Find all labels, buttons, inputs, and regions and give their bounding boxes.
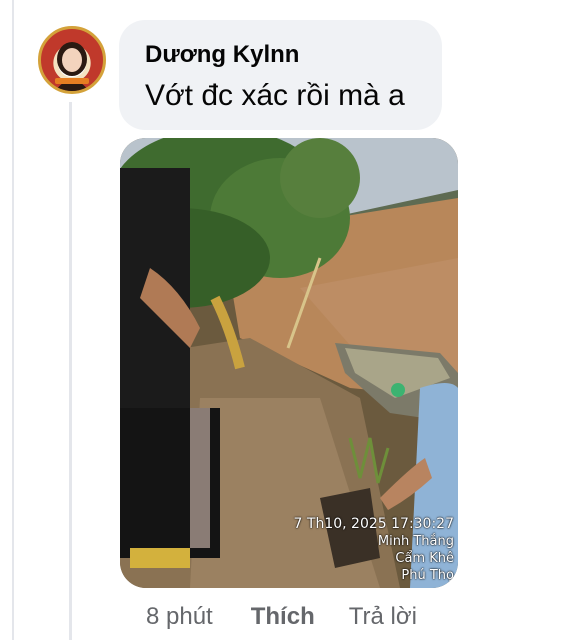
comment-time[interactable]: 8 phút [146, 603, 213, 631]
photo-stamp: 7 Th10, 2025 17:30:27 Minh Thắng Cẩm Khê… [294, 516, 454, 584]
like-button[interactable]: Thích [251, 603, 315, 631]
profile-avatar-icon [55, 42, 89, 91]
thread-line-inner [69, 102, 72, 640]
photo-timestamp: 7 Th10, 2025 17:30:27 [293, 516, 454, 532]
comment-author[interactable]: Dương Kylnn [145, 40, 416, 70]
comment-text: Vớt đc xác rồi mà a [145, 79, 405, 112]
avatar[interactable] [38, 26, 106, 94]
reply-button[interactable]: Trả lời [349, 603, 417, 631]
comment-bubble: Dương Kylnn Vớt đc xác rồi mà a [119, 20, 442, 130]
comment-photo[interactable]: 7 Th10, 2025 17:30:27 Minh Thắng Cẩm Khê… [120, 138, 458, 588]
photo-location-line: Minh Thắng [377, 534, 454, 549]
comment-thread: Dương Kylnn Vớt đc xác rồi mà a 7 Th10, … [0, 0, 586, 640]
comment-actions: 8 phút Thích Trả lời [146, 600, 417, 634]
thread-line-outer [12, 0, 14, 640]
photo-location-line: Cẩm Khê [395, 551, 454, 566]
photo-location-line: Phú Thọ [401, 568, 454, 583]
